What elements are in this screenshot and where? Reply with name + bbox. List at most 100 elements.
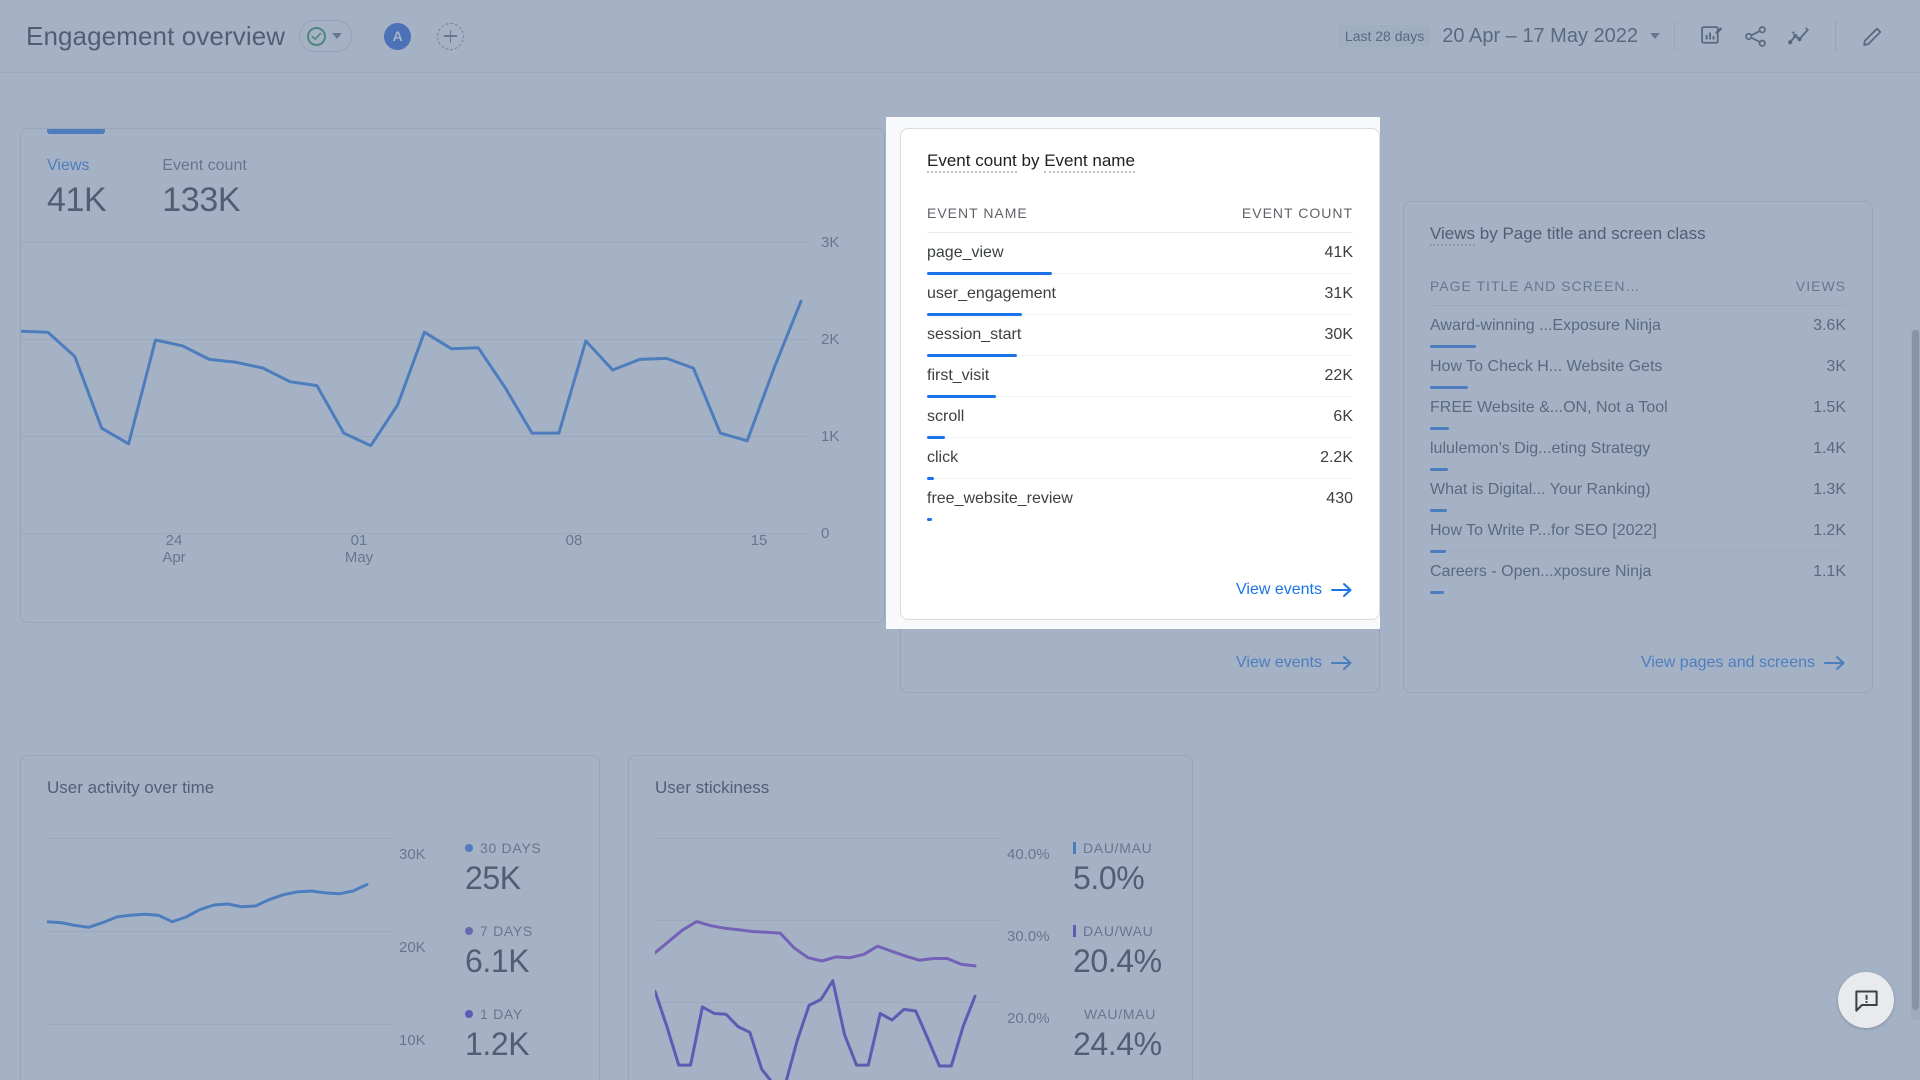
pages-col-value: VIEWS — [1795, 278, 1846, 294]
legend-dot-icon — [465, 844, 473, 852]
table-cell-value: 430 — [1326, 490, 1353, 507]
insights-icon[interactable] — [1777, 14, 1821, 58]
table-cell-name: scroll — [927, 408, 965, 425]
y-tick-label: 30.0% — [1007, 928, 1050, 945]
pages-col-name: PAGE TITLE AND SCREEN… — [1430, 278, 1641, 294]
row-proportion-bar — [1430, 590, 1445, 594]
feedback-icon — [1854, 989, 1878, 1012]
table-row[interactable]: Award-winning ...Exposure Ninja 3.6K — [1430, 306, 1846, 348]
table-row[interactable]: user_engagement 31K — [927, 274, 1353, 316]
table-row[interactable]: first_visit 22K — [927, 356, 1353, 398]
table-cell-name: How To Check H... Website Gets — [1430, 358, 1663, 375]
arrow-right-icon — [1331, 656, 1352, 670]
divider — [1674, 21, 1675, 51]
table-cell-name: Award-winning ...Exposure Ninja — [1430, 317, 1661, 334]
legend-30-days-label: 30 DAYS — [465, 840, 541, 856]
page-scrollbar-thumb[interactable] — [1912, 330, 1919, 1010]
legend-7-days: 7 DAYS 6.1K — [465, 923, 533, 980]
y-tick-label: 10K — [399, 1032, 426, 1049]
table-row[interactable]: click 2.2K — [927, 438, 1353, 480]
analytics-page: Engagement overview A Last 28 days 20 Ap… — [0, 0, 1920, 1080]
user-activity-chart: 30K 20K 10K 30 DAYS 25K 7 DAYS 6.1K 1 DA… — [47, 828, 573, 1080]
table-row[interactable]: Careers - Open...xposure Ninja 1.1K — [1430, 552, 1846, 594]
events-table-card[interactable]: Event count by Event name EVENT NAME EVE… — [900, 128, 1380, 620]
table-cell-name: How To Write P...for SEO [2022] — [1430, 522, 1657, 539]
spotlight-frame: Event count by Event name EVENT NAME EVE… — [886, 117, 1380, 629]
table-cell-name: FREE Website &...ON, Not a Tool — [1430, 399, 1668, 416]
table-row[interactable]: lululemon’s Dig...eting Strategy 1.4K — [1430, 429, 1846, 471]
data-quality-pill[interactable] — [299, 20, 353, 52]
view-pages-and-screens-link[interactable]: View pages and screens — [1641, 654, 1846, 672]
events-col-value: EVENT COUNT — [1241, 205, 1353, 221]
events-title-metric[interactable]: Event count — [927, 151, 1017, 173]
x-tick-label-15: 15 — [750, 532, 768, 549]
table-cell-value: 3.6K — [1813, 317, 1846, 334]
legend-1-day-value: 1.2K — [465, 1026, 530, 1062]
views-line-chart: 3K 2K 1K 0 — [21, 234, 884, 564]
pages-card-title: Views by Page title and screen class — [1430, 224, 1706, 246]
table-cell-value: 6K — [1333, 408, 1353, 425]
view-events-link[interactable]: View events — [1236, 581, 1353, 599]
legend-1-day-label: 1 DAY — [465, 1006, 529, 1022]
table-row[interactable]: scroll 6K — [927, 397, 1353, 439]
table-cell-value: 41K — [1324, 244, 1353, 261]
legend-dau-wau-value: 20.4% — [1073, 943, 1162, 979]
page-title: Engagement overview — [26, 20, 286, 51]
table-row[interactable]: page_view 41K — [927, 233, 1353, 275]
events-title-dimension[interactable]: Event name — [1044, 151, 1135, 173]
title-group: Engagement overview A — [26, 20, 465, 52]
tab-views[interactable]: Views 41K — [47, 129, 107, 220]
date-range-text[interactable]: 20 Apr – 17 May 2022 — [1442, 25, 1638, 48]
add-comparison-icon[interactable] — [437, 22, 465, 50]
table-cell-value: 1.4K — [1813, 440, 1846, 457]
legend-wau-mau-label: WAU/MAU — [1084, 1006, 1157, 1022]
date-range-chevron-down-icon[interactable] — [1650, 33, 1660, 39]
chevron-down-icon — [332, 33, 343, 39]
tab-views-label: Views — [47, 157, 90, 174]
pages-table-card: Views by Page title and screen class PAG… — [1403, 201, 1873, 693]
x-tick-label-01may: 01 May — [344, 532, 374, 566]
legend-wau-mau-value: 24.4% — [1073, 1026, 1162, 1062]
legend-dau-mau: DAU/MAU 5.0% — [1073, 840, 1152, 897]
table-row[interactable]: session_start 30K — [927, 315, 1353, 357]
table-row[interactable]: FREE Website &...ON, Not a Tool 1.5K — [1430, 388, 1846, 430]
legend-30-days: 30 DAYS 25K — [465, 840, 541, 897]
edit-pencil-icon[interactable] — [1850, 14, 1894, 58]
table-row[interactable]: What is Digital... Your Ranking) 1.3K — [1430, 470, 1846, 512]
table-cell-value: 30K — [1324, 326, 1353, 343]
legend-7-days-value: 6.1K — [465, 943, 530, 979]
table-cell-name: session_start — [927, 326, 1022, 343]
table-cell-value: 2.2K — [1320, 449, 1353, 466]
date-range-badge: Last 28 days — [1337, 25, 1432, 47]
x-tick-label-08: 08 — [565, 532, 583, 549]
table-cell-value: 1.2K — [1813, 522, 1846, 539]
table-cell-name: Careers - Open...xposure Ninja — [1430, 563, 1652, 580]
table-cell-value: 31K — [1324, 285, 1353, 302]
tab-event-count[interactable]: Event count 133K — [162, 129, 247, 220]
legend-tick-icon — [1073, 925, 1076, 937]
user-stickiness-card: User stickiness 40.0% 30.0% 20.0% 10.0% — [628, 755, 1193, 1080]
pages-table-header: PAGE TITLE AND SCREEN… VIEWS — [1430, 278, 1846, 306]
feedback-button[interactable] — [1838, 972, 1894, 1028]
share-icon[interactable] — [1733, 14, 1777, 58]
table-row[interactable]: How To Write P...for SEO [2022] 1.2K — [1430, 511, 1846, 553]
y-tick-label: 20.0% — [1007, 1010, 1050, 1027]
legend-dau-wau-label: DAU/WAU — [1073, 923, 1162, 939]
legend-wau-mau: WAU/MAU 24.4% — [1073, 1006, 1162, 1063]
table-cell-name: What is Digital... Your Ranking) — [1430, 481, 1651, 498]
table-row[interactable]: How To Check H... Website Gets 3K — [1430, 347, 1846, 389]
table-cell-value: 1.5K — [1813, 399, 1846, 416]
arrow-right-icon — [1824, 656, 1845, 670]
table-row[interactable]: free_website_review 430 — [927, 479, 1353, 521]
avatar[interactable]: A — [384, 22, 412, 50]
view-events-link-underlay[interactable]: View events — [1236, 654, 1353, 672]
user-activity-card: User activity over time 30K 20K 10K 30 D… — [20, 755, 600, 1080]
compare-chart-icon[interactable] — [1689, 14, 1733, 58]
user-activity-title: User activity over time — [47, 778, 215, 797]
events-card-title: Event count by Event name — [927, 151, 1135, 173]
page-scrollbar[interactable] — [1911, 330, 1920, 1020]
legend-tick-icon — [1073, 842, 1076, 854]
user-stickiness-title: User stickiness — [655, 778, 770, 797]
events-table-body: page_view 41K user_engagement 31K session_st… — [927, 233, 1353, 521]
legend-7-days-label: 7 DAYS — [465, 923, 533, 939]
